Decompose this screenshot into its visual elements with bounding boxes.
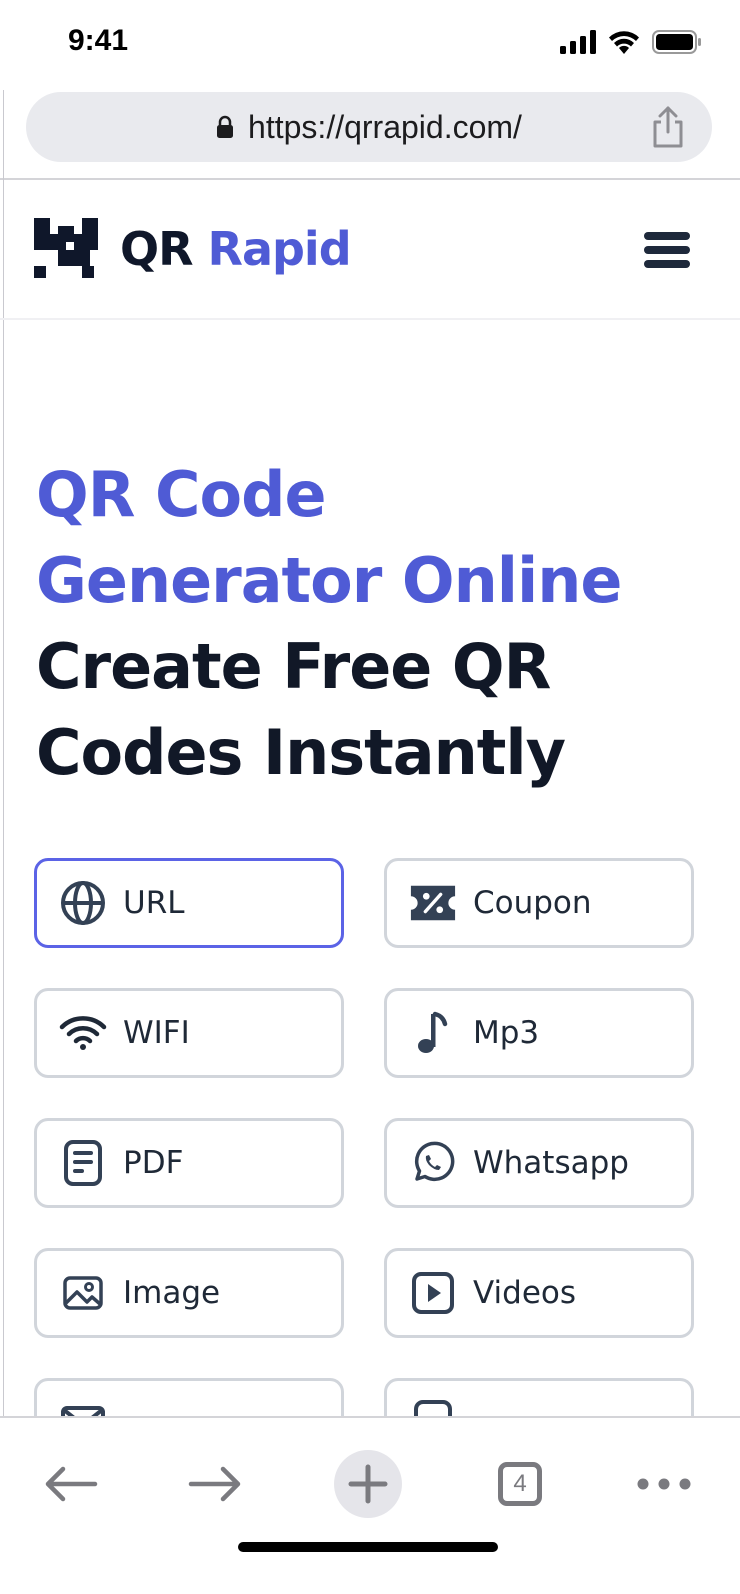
menu-bar	[644, 246, 690, 254]
address-bar[interactable]: https://qrrapid.com/	[26, 92, 712, 162]
qr-type-coupon[interactable]: Coupon	[384, 858, 694, 948]
tabs-button[interactable]: 4	[492, 1440, 548, 1528]
more-dots-icon	[637, 1478, 691, 1490]
qr-type-label: Image	[123, 1275, 221, 1311]
qr-type-mp3[interactable]: Mp3	[384, 988, 694, 1078]
qr-logo-icon[interactable]	[34, 218, 98, 282]
qr-type-videos[interactable]: Videos	[384, 1248, 694, 1338]
url-text: https://qrrapid.com/	[248, 108, 522, 145]
status-time: 9:41	[68, 24, 129, 57]
menu-bar	[644, 232, 690, 240]
hero-heading: QR Code Generator Online Create Free QR …	[36, 452, 716, 796]
video-play-icon	[412, 1272, 454, 1314]
arrow-left-icon	[45, 1466, 98, 1502]
home-indicator[interactable]	[238, 1542, 498, 1552]
url-display[interactable]: https://qrrapid.com/	[26, 92, 712, 162]
hero-line-4: Codes Instantly	[36, 716, 566, 789]
qr-type-wifi[interactable]: WIFI	[34, 988, 344, 1078]
qr-type-image[interactable]: Image	[34, 1248, 344, 1338]
qr-type-label: URL	[123, 885, 185, 921]
cellular-signal-icon	[560, 30, 596, 54]
qr-type-label: Whatsapp	[473, 1145, 629, 1181]
battery-icon	[652, 30, 701, 54]
document-icon	[64, 1140, 102, 1186]
wifi-icon	[59, 1016, 107, 1050]
qr-type-label: Coupon	[473, 885, 592, 921]
qr-type-label: WIFI	[123, 1015, 190, 1051]
globe-icon	[61, 881, 105, 925]
image-icon	[63, 1276, 103, 1310]
hero-line-3: Create Free QR	[36, 630, 551, 703]
back-button[interactable]	[36, 1440, 106, 1528]
status-icons	[560, 30, 702, 54]
lock-icon	[217, 115, 234, 138]
qr-type-label: Mp3	[473, 1015, 540, 1051]
hamburger-menu-icon[interactable]	[644, 232, 690, 268]
wifi-status-icon	[609, 31, 639, 54]
site-logo-text[interactable]: QR Rapid	[120, 222, 352, 276]
logo-rapid: Rapid	[207, 222, 352, 276]
forward-button[interactable]	[180, 1440, 250, 1528]
more-options-button[interactable]	[634, 1440, 694, 1528]
qr-type-label: PDF	[123, 1145, 184, 1181]
menu-bar	[644, 260, 690, 268]
coupon-icon	[410, 885, 456, 921]
hero-line-2: Generator Online	[36, 544, 622, 617]
tabs-count: 4	[498, 1462, 542, 1506]
qr-type-pdf[interactable]: PDF	[34, 1118, 344, 1208]
status-bar: 9:41	[0, 0, 740, 90]
logo-qr: QR	[120, 222, 194, 276]
new-tab-button[interactable]	[333, 1440, 403, 1528]
qr-type-whatsapp[interactable]: Whatsapp	[384, 1118, 694, 1208]
qr-type-url[interactable]: URL	[34, 858, 344, 948]
qr-type-label: Videos	[473, 1275, 577, 1311]
whatsapp-icon	[414, 1141, 455, 1182]
music-note-icon	[418, 1011, 448, 1053]
hero-line-1: QR Code	[36, 458, 327, 531]
arrow-right-icon	[188, 1466, 241, 1502]
plus-icon	[334, 1450, 402, 1518]
share-icon[interactable]	[650, 106, 686, 148]
site-header: QR Rapid	[0, 180, 740, 320]
browser-toolbar: 4	[0, 1416, 740, 1594]
